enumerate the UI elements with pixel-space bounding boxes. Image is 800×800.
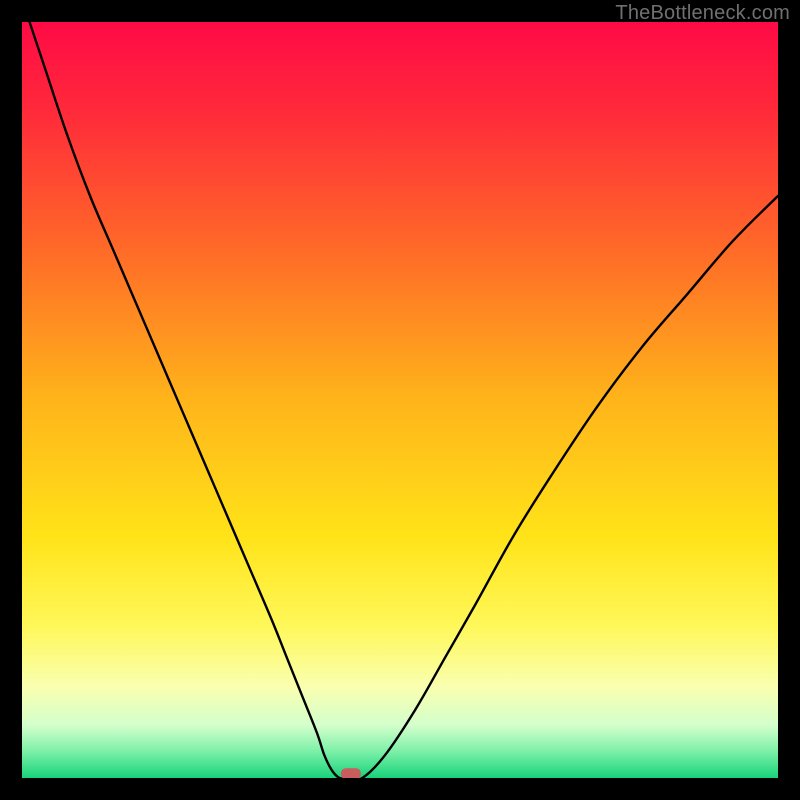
plot-area bbox=[22, 22, 778, 778]
chart-svg bbox=[22, 22, 778, 778]
chart-frame: TheBottleneck.com bbox=[0, 0, 800, 800]
minimum-marker bbox=[341, 768, 361, 778]
gradient-background bbox=[22, 22, 778, 778]
watermark-label: TheBottleneck.com bbox=[615, 2, 790, 25]
